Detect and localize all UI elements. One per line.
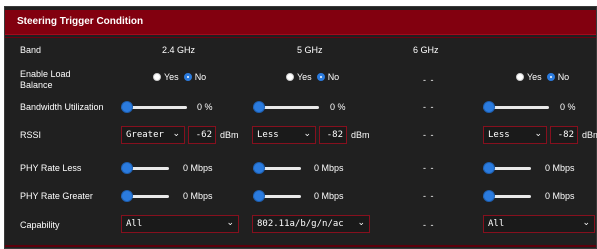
phy-less-slider-col4[interactable] xyxy=(483,162,531,174)
radio-no-col4[interactable] xyxy=(546,73,555,81)
phy-less-value-2g: 0 Mbps xyxy=(183,163,213,173)
load-balance-6g-dash: - - xyxy=(423,75,435,85)
radio-yes-col4[interactable] xyxy=(516,73,524,81)
band-6g-header: 6 GHz xyxy=(413,45,439,55)
band-label: Band xyxy=(20,45,42,55)
phy-less-label: PHY Rate Less xyxy=(20,163,82,173)
rssi-label: RSSI xyxy=(20,130,42,140)
radio-no-col4-label: No xyxy=(557,72,570,82)
load-balance-col4: Yes No xyxy=(516,72,574,82)
rssi-op-value-col4: Less xyxy=(488,130,510,140)
rssi-6g-dash: - - xyxy=(423,130,435,140)
bandwidth-slider-5g[interactable] xyxy=(253,101,319,113)
phy-less-value-col4: 0 Mbps xyxy=(545,163,575,173)
chevron-down-icon: ⌄ xyxy=(303,129,311,139)
capability-select-col4[interactable]: All ⌄ xyxy=(483,215,595,233)
slider-knob[interactable] xyxy=(483,162,495,174)
radio-yes-col4-label: Yes xyxy=(527,72,542,82)
phy-greater-value-2g: 0 Mbps xyxy=(183,191,213,201)
load-balance-2g: Yes No xyxy=(153,72,211,82)
steering-trigger-panel: Steering Trigger Condition Band 2.4 GHz … xyxy=(4,6,597,249)
radio-yes-2g-label: Yes xyxy=(164,72,179,82)
slider-knob[interactable] xyxy=(121,101,133,113)
phy-greater-6g-dash: - - xyxy=(423,191,435,201)
phy-less-value-5g: 0 Mbps xyxy=(314,163,344,173)
bandwidth-6g-dash: - - xyxy=(423,102,435,112)
rssi-input-col4[interactable]: -82 xyxy=(550,126,578,144)
capability-select-5g[interactable]: 802.11a/b/g/n/ac ⌄ xyxy=(252,215,370,233)
slider-knob[interactable] xyxy=(253,190,265,202)
radio-yes-2g[interactable] xyxy=(153,73,161,81)
rssi-unit-5g: dBm xyxy=(351,130,370,140)
bandwidth-label: Bandwidth Utilization xyxy=(20,102,104,112)
bottom-divider xyxy=(5,245,596,247)
phy-less-slider-5g[interactable] xyxy=(253,162,301,174)
rssi-input-2g[interactable]: -62 xyxy=(188,126,216,144)
radio-no-2g[interactable] xyxy=(183,73,192,81)
rssi-op-select-col4[interactable]: Less ⌄ xyxy=(483,126,547,144)
slider-knob[interactable] xyxy=(121,162,133,174)
bandwidth-value-2g: 0 % xyxy=(197,102,213,112)
phy-greater-value-5g: 0 Mbps xyxy=(314,191,344,201)
header-divider xyxy=(5,37,596,38)
rssi-op-value-5g: Less xyxy=(257,130,279,140)
capability-value-col4: All xyxy=(488,219,505,229)
capability-value-2g: All xyxy=(126,219,143,229)
load-balance-label-1: Enable Load xyxy=(20,69,71,79)
chevron-down-icon: ⌄ xyxy=(582,218,590,228)
rssi-op-select-5g[interactable]: Less ⌄ xyxy=(252,126,316,144)
phy-greater-label: PHY Rate Greater xyxy=(20,191,93,201)
chevron-down-icon: ⌄ xyxy=(534,129,542,139)
phy-greater-value-col4: 0 Mbps xyxy=(545,191,575,201)
slider-knob[interactable] xyxy=(483,101,495,113)
slider-knob[interactable] xyxy=(483,190,495,202)
rssi-op-value-2g: Greater xyxy=(126,130,164,140)
rssi-input-5g[interactable]: -82 xyxy=(319,126,347,144)
bandwidth-slider-col4[interactable] xyxy=(483,101,549,113)
capability-label: Capability xyxy=(20,220,60,230)
slider-knob[interactable] xyxy=(253,162,265,174)
slider-knob[interactable] xyxy=(121,190,133,202)
rssi-unit-col4: dBm xyxy=(582,130,597,140)
bandwidth-slider-2g[interactable] xyxy=(121,101,187,113)
capability-value-5g: 802.11a/b/g/n/ac xyxy=(257,219,344,229)
capability-6g-dash: - - xyxy=(423,220,435,230)
bandwidth-value-col4: 0 % xyxy=(560,102,576,112)
phy-greater-slider-5g[interactable] xyxy=(253,190,301,202)
rssi-op-select-2g[interactable]: Greater ⌄ xyxy=(121,126,185,144)
slider-knob[interactable] xyxy=(253,101,265,113)
radio-no-5g[interactable] xyxy=(316,73,325,81)
phy-greater-slider-2g[interactable] xyxy=(121,190,169,202)
radio-no-5g-label: No xyxy=(327,72,340,82)
phy-less-6g-dash: - - xyxy=(423,163,435,173)
phy-greater-slider-col4[interactable] xyxy=(483,190,531,202)
section-header: Steering Trigger Condition xyxy=(5,10,596,35)
rssi-unit-2g: dBm xyxy=(220,130,239,140)
chevron-down-icon: ⌄ xyxy=(357,218,365,228)
load-balance-5g: Yes No xyxy=(286,72,344,82)
radio-no-2g-label: No xyxy=(194,72,207,82)
section-title: Steering Trigger Condition xyxy=(17,16,144,27)
radio-yes-5g[interactable] xyxy=(286,73,294,81)
chevron-down-icon: ⌄ xyxy=(226,218,234,228)
load-balance-label-2: Balance xyxy=(20,80,53,90)
capability-select-2g[interactable]: All ⌄ xyxy=(121,215,239,233)
phy-less-slider-2g[interactable] xyxy=(121,162,169,174)
band-5g-header: 5 GHz xyxy=(297,45,323,55)
radio-yes-5g-label: Yes xyxy=(297,72,312,82)
chevron-down-icon: ⌄ xyxy=(172,129,180,139)
band-2g-header: 2.4 GHz xyxy=(162,45,196,55)
bandwidth-value-5g: 0 % xyxy=(330,102,346,112)
